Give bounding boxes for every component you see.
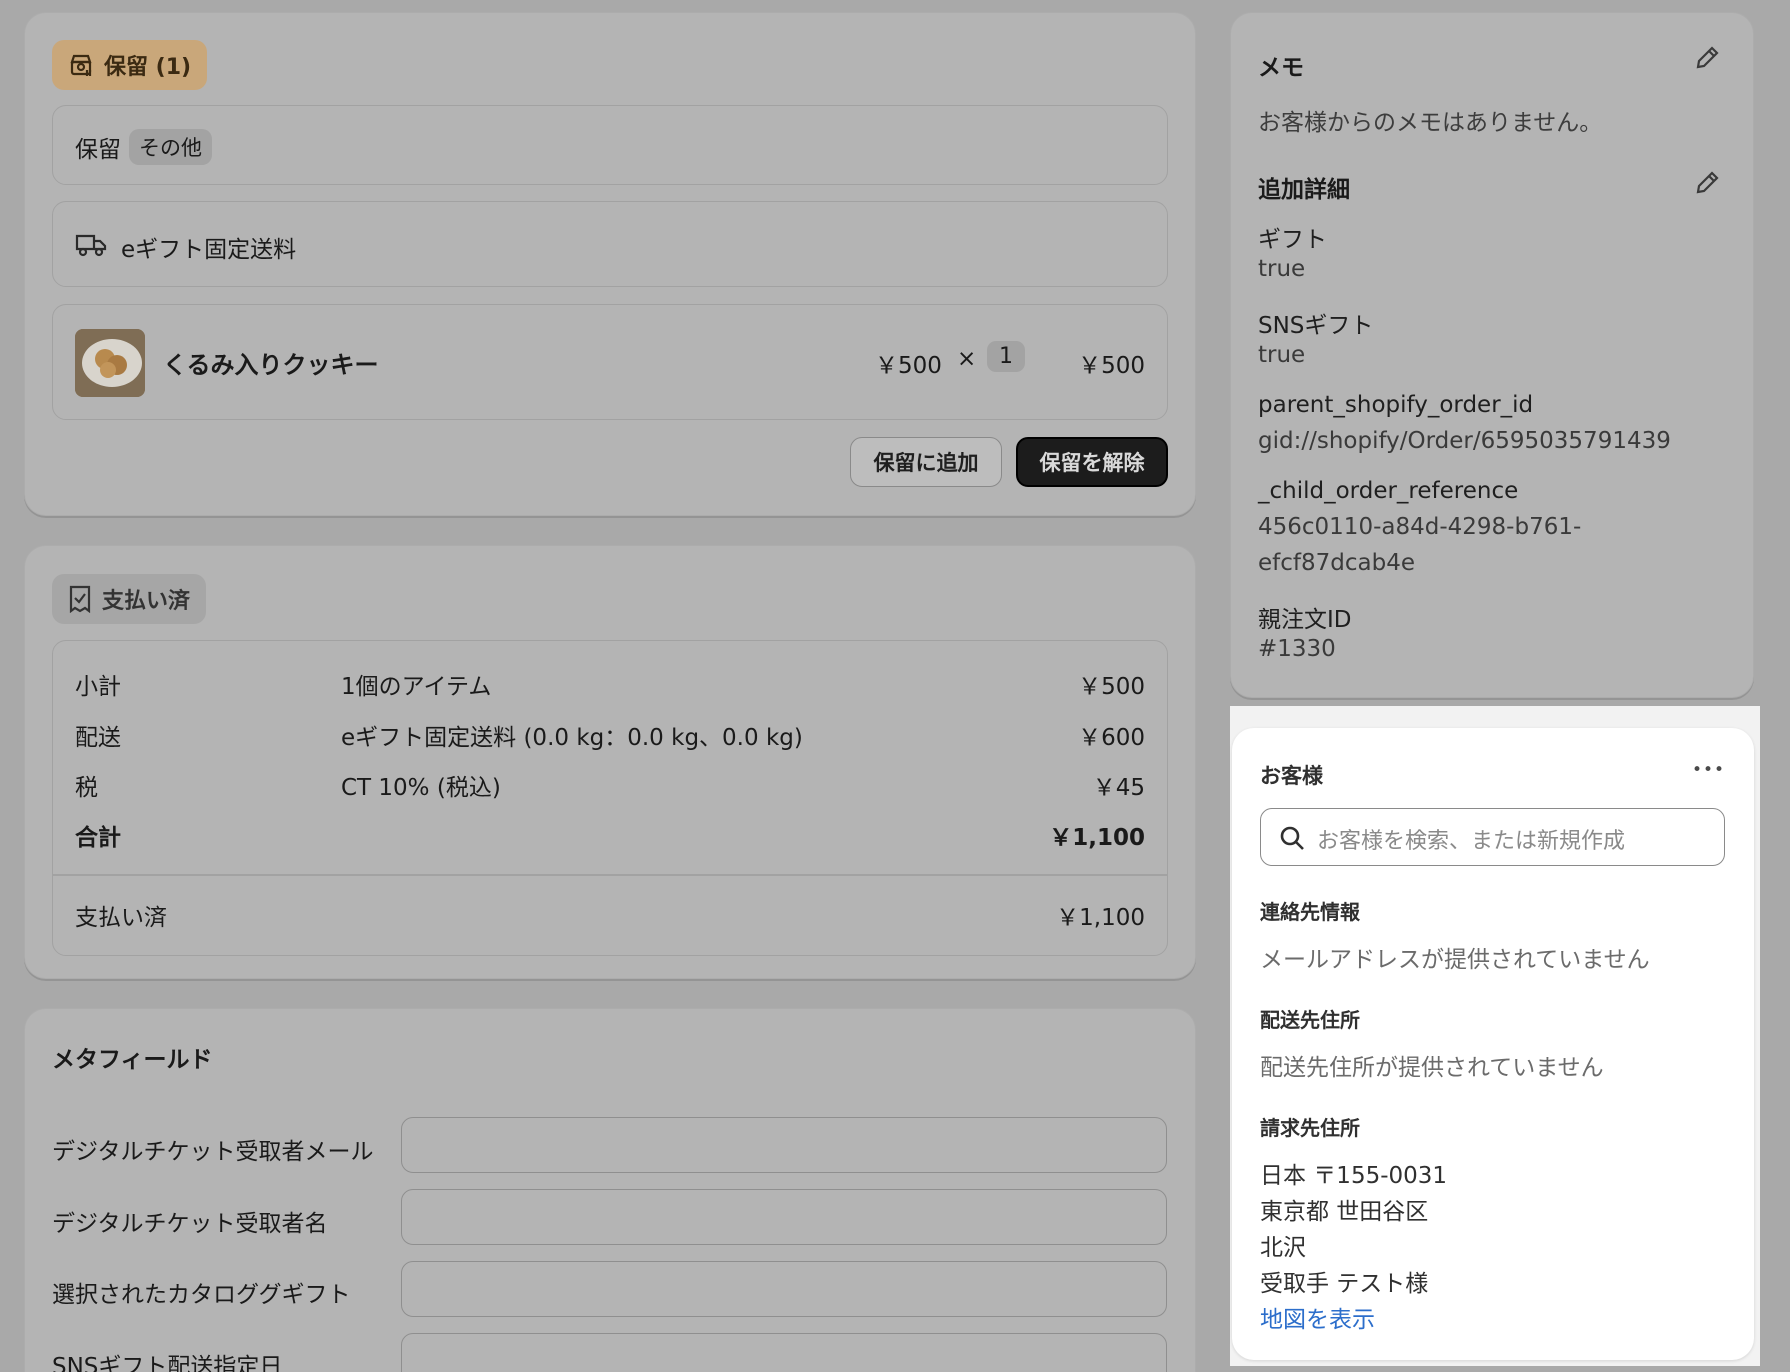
line-total: ￥500 — [1078, 353, 1145, 379]
receipt-check-icon — [68, 585, 92, 614]
metafield-input-ticket-name[interactable] — [401, 1189, 1167, 1245]
detail-value: 456c0110-a84d-4298-b761- — [1258, 514, 1582, 540]
metafields-card: メタフィールド デジタルチケット受取者メール デジタルチケット受取者名 選択され… — [24, 1008, 1196, 1372]
billing-address-title: 請求先住所 — [1260, 1116, 1360, 1140]
billing-line: 受取手 テスト様 — [1260, 1271, 1429, 1297]
shipping-address-title: 配送先住所 — [1260, 1008, 1360, 1032]
view-map-link[interactable]: 地図を表示 — [1260, 1300, 1375, 1334]
billing-line: 北沢 — [1260, 1235, 1306, 1261]
metafield-input-catalog-gift[interactable] — [401, 1261, 1167, 1317]
product-thumbnail[interactable] — [75, 329, 145, 397]
truck-icon — [75, 232, 107, 262]
hold-badge-label: 保留 (1) — [104, 55, 192, 80]
hold-icon — [68, 52, 94, 78]
shipping-method-box: eギフト固定送料 — [52, 201, 1168, 287]
tax-label: 税 — [75, 775, 98, 801]
detail-value-continued: efcf87dcab4e — [1258, 550, 1415, 576]
search-icon — [1279, 825, 1305, 855]
metafield-label: デジタルチケット受取者名 — [52, 1211, 328, 1237]
shipping-amount: ￥600 — [1078, 725, 1145, 751]
release-hold-button[interactable]: 保留を解除 — [1016, 437, 1168, 487]
contact-info-title: 連絡先情報 — [1260, 900, 1360, 924]
shipping-address-text: 配送先住所が提供されていません — [1260, 1055, 1604, 1081]
edit-notes-pencil-icon[interactable] — [1694, 45, 1720, 75]
tax-detail: CT 10% (税込) — [341, 775, 501, 801]
notes-empty-text: お客様からのメモはありません。 — [1258, 110, 1603, 136]
paid-amount: ￥1,100 — [1056, 905, 1145, 931]
detail-key: _child_order_reference — [1258, 478, 1519, 504]
subtotal-amount: ￥500 — [1078, 674, 1145, 700]
tax-amount: ￥45 — [1092, 775, 1145, 801]
subtotal-label: 小計 — [75, 674, 121, 700]
quantity-badge: 1 — [987, 341, 1025, 372]
hold-reason-label: 保留 — [75, 137, 121, 163]
shipping-detail: eギフト固定送料 (0.0 kg：0.0 kg、0.0 kg) — [341, 725, 803, 751]
product-name[interactable]: くるみ入りクッキー — [163, 345, 379, 380]
edit-details-pencil-icon[interactable] — [1694, 170, 1720, 200]
hold-reason-box: 保留 その他 — [52, 105, 1168, 185]
customer-search-input[interactable]: お客様を検索、または新規作成 — [1260, 808, 1725, 866]
hold-reason-tag: その他 — [129, 129, 212, 165]
payment-card: 支払い済 小計 1個のアイテム ￥500 配送 eギフト固定送料 (0.0 kg… — [24, 545, 1196, 979]
detail-value: gid://shopify/Order/6595035791439 — [1258, 428, 1671, 454]
paid-badge: 支払い済 — [52, 574, 207, 624]
metafields-title: メタフィールド — [52, 1047, 213, 1073]
subtotal-detail: 1個のアイテム — [341, 674, 492, 700]
notes-card: メモ お客様からのメモはありません。 追加詳細 ギフト true SNSギフト … — [1230, 12, 1754, 698]
customer-title: お客様 — [1260, 764, 1323, 788]
shipping-label: 配送 — [75, 725, 121, 751]
customer-more-icon[interactable]: ••• — [1692, 760, 1725, 780]
metafield-label: デジタルチケット受取者メール — [52, 1139, 374, 1165]
detail-key: SNSギフト — [1258, 313, 1374, 339]
metafield-input-sns-date[interactable] — [401, 1333, 1167, 1372]
metafield-label: SNSギフト配送指定日 — [52, 1354, 283, 1372]
billing-line: 東京都 世田谷区 — [1260, 1199, 1429, 1225]
total-amount: ￥1,100 — [1049, 825, 1145, 851]
times-sign: × — [957, 346, 977, 372]
customer-card: お客様 ••• お客様を検索、または新規作成 連絡先情報 メールアドレスが提供さ… — [1232, 728, 1754, 1360]
contact-info-text: メールアドレスが提供されていません — [1260, 947, 1650, 973]
detail-value: true — [1258, 256, 1306, 282]
billing-line: 日本 〒155-0031 — [1260, 1163, 1448, 1189]
add-to-hold-button[interactable]: 保留に追加 — [850, 437, 1002, 487]
detail-value: true — [1258, 342, 1306, 368]
detail-key: 親注文ID — [1258, 607, 1352, 633]
detail-key: parent_shopify_order_id — [1258, 392, 1534, 418]
hold-badge: 保留 (1) — [52, 40, 208, 90]
summary-divider — [53, 874, 1167, 876]
paid-badge-label: 支払い済 — [102, 589, 191, 614]
detail-value: #1330 — [1258, 636, 1336, 662]
metafield-input-ticket-email[interactable] — [401, 1117, 1167, 1173]
paid-label: 支払い済 — [75, 905, 167, 931]
search-placeholder: お客様を検索、または新規作成 — [1317, 829, 1626, 854]
total-label: 合計 — [75, 825, 121, 851]
metafield-label: 選択されたカタロググギフト — [52, 1282, 351, 1308]
payment-summary-box: 小計 1個のアイテム ￥500 配送 eギフト固定送料 (0.0 kg：0.0 … — [52, 640, 1168, 956]
unit-price: ￥500 — [875, 353, 942, 379]
additional-details-title: 追加詳細 — [1258, 177, 1350, 203]
notes-title: メモ — [1258, 55, 1304, 81]
detail-key: ギフト — [1258, 227, 1327, 253]
hold-card: 保留 (1) 保留 その他 eギフト固定送料 くるみ入りクッキー ￥500 × … — [24, 12, 1196, 516]
shipping-method-name: eギフト固定送料 — [121, 237, 297, 263]
line-item-box: くるみ入りクッキー ￥500 × 1 ￥500 — [52, 304, 1168, 420]
